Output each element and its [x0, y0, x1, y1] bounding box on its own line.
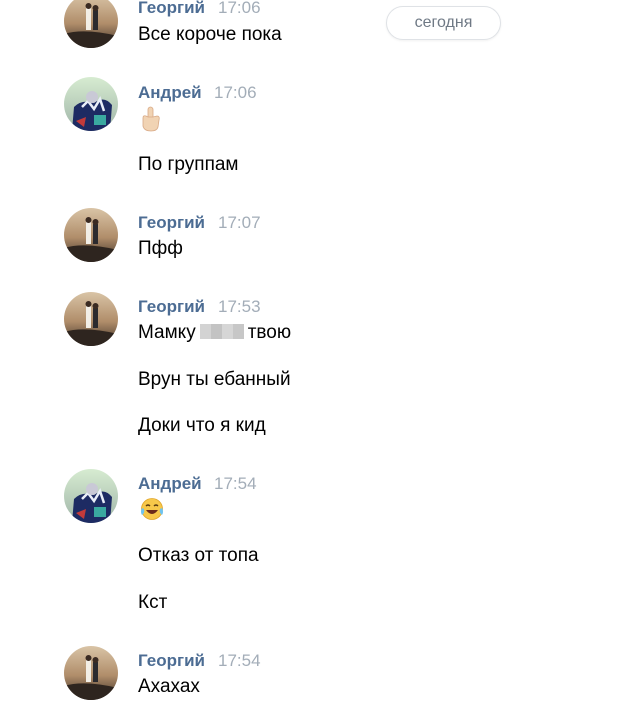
message-author[interactable]: Андрей [138, 83, 202, 103]
tears-of-joy-emoji [141, 498, 163, 520]
message-text-part: Мамку [138, 322, 196, 343]
message-text: Все короче пока [138, 24, 282, 45]
avatar-andrey[interactable] [64, 77, 118, 131]
message-time: 17:06 [218, 0, 261, 17]
avatar-andrey[interactable] [64, 469, 118, 523]
message-text: Ахахах [138, 676, 200, 697]
avatar-georgy[interactable] [64, 646, 118, 700]
avatar-georgy-image [64, 646, 118, 700]
avatar-georgy-image [64, 292, 118, 346]
message-time: 17:07 [218, 213, 261, 232]
message-text: Кст [138, 592, 168, 613]
message-author[interactable]: Георгий [138, 213, 205, 233]
message-time: 17:54 [218, 651, 261, 670]
avatar-andrey-image [64, 77, 118, 131]
date-divider: сегодня [386, 6, 501, 40]
message-author[interactable]: Георгий [138, 297, 205, 317]
middle-finger-emoji [142, 106, 160, 132]
message-text: Отказ от топа [138, 545, 259, 566]
message-text: Врун ты ебанный [138, 369, 291, 390]
avatar-georgy-image [64, 208, 118, 262]
avatar-andrey-image [64, 469, 118, 523]
message-time: 17:54 [214, 474, 257, 493]
message-text: Пфф [138, 238, 183, 259]
message-time: 17:06 [214, 83, 257, 102]
message-text: Доки что я кид [138, 415, 266, 436]
message-author[interactable]: Андрей [138, 474, 202, 494]
avatar-georgy[interactable] [64, 208, 118, 262]
message-author[interactable]: Георгий [138, 0, 205, 18]
message-text: По группам [138, 154, 239, 175]
message-author[interactable]: Георгий [138, 651, 205, 671]
avatar-georgy[interactable] [64, 0, 118, 48]
avatar-georgy-image [64, 0, 118, 48]
redacted-word [199, 324, 244, 339]
message-text: Мамку твою [138, 322, 291, 344]
avatar-georgy[interactable] [64, 292, 118, 346]
message-time: 17:53 [218, 297, 261, 316]
message-text-part: твою [247, 322, 292, 343]
date-divider-label: сегодня [414, 14, 473, 31]
